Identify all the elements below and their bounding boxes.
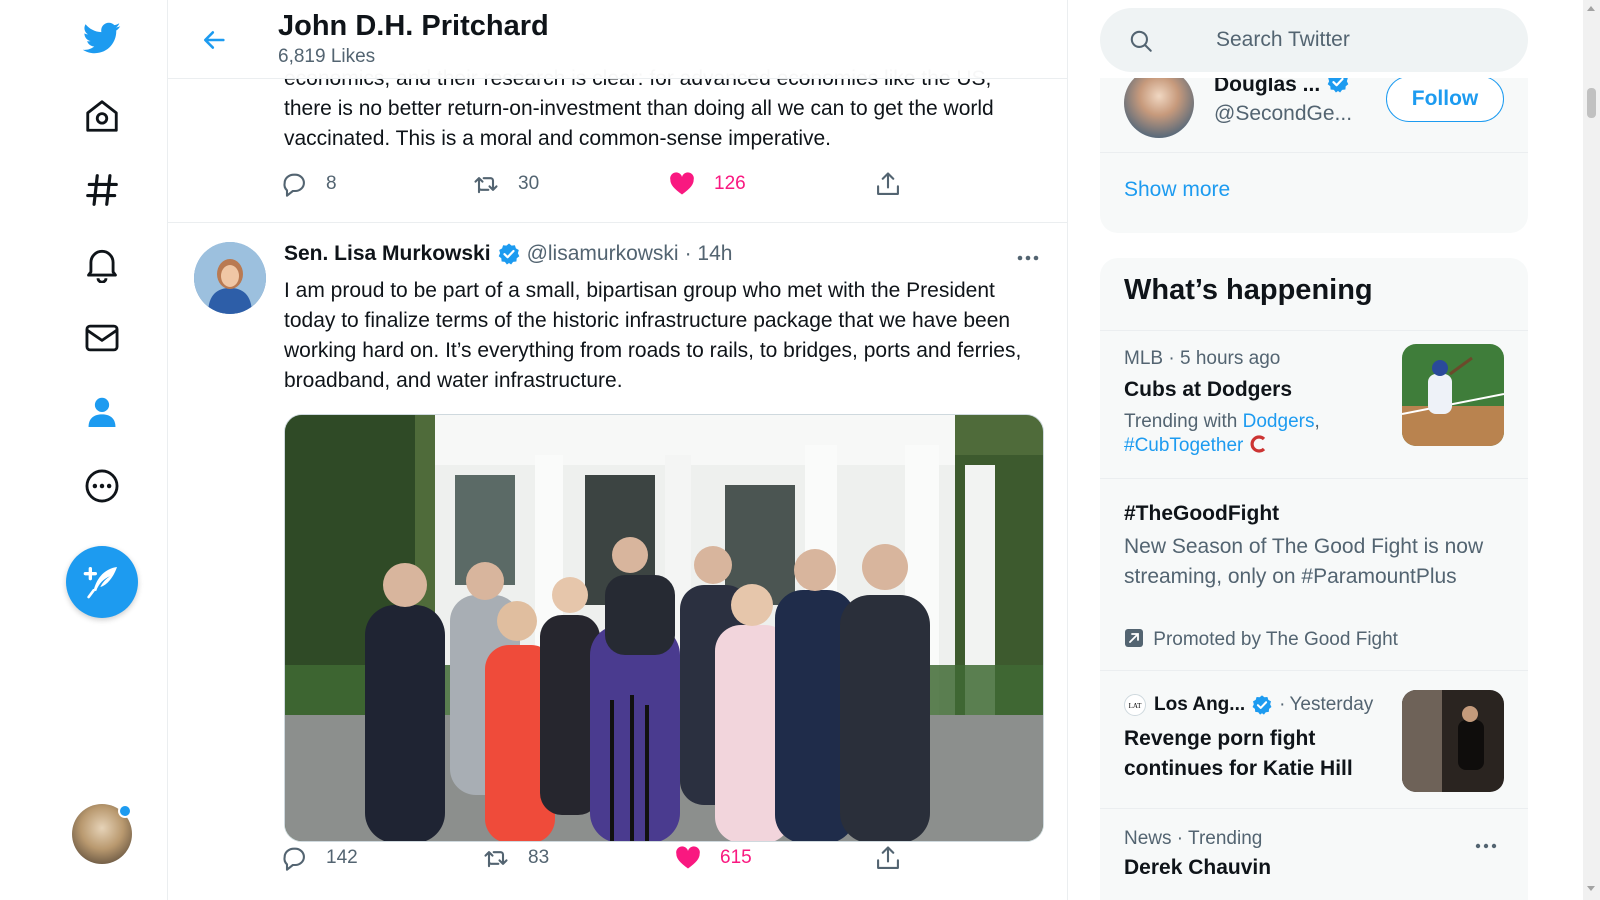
trend-context: Trending with Dodgers, #CubTogether bbox=[1124, 411, 1320, 456]
trend-title[interactable]: Derek Chauvin bbox=[1124, 856, 1271, 880]
trend-divider bbox=[1100, 330, 1528, 331]
back-arrow-icon bbox=[203, 31, 225, 49]
twitter-logo-icon[interactable] bbox=[78, 14, 126, 62]
heart-filled-icon bbox=[670, 172, 694, 195]
trend-link-cubtogether[interactable]: #CubTogether bbox=[1124, 435, 1243, 456]
trend-divider bbox=[1100, 478, 1528, 479]
tweet-divider bbox=[168, 222, 1067, 223]
scroll-up-arrow-icon[interactable] bbox=[1587, 6, 1595, 11]
tweet-timestamp[interactable]: · 14h bbox=[685, 242, 733, 266]
reply-bubble-icon bbox=[283, 847, 305, 871]
share-button[interactable] bbox=[874, 844, 920, 872]
retweet-button[interactable]: 30 bbox=[472, 170, 539, 198]
page-scrollbar[interactable] bbox=[1583, 0, 1600, 900]
explore-hashtag-icon[interactable] bbox=[78, 166, 126, 214]
tweet-text-body: there is no better return-on-investment … bbox=[284, 97, 994, 150]
promoted-label: Promoted by The Good Fight bbox=[1124, 628, 1398, 651]
like-count: 126 bbox=[714, 173, 746, 194]
svg-text:LAT: LAT bbox=[1129, 702, 1143, 710]
show-more-link[interactable]: Show more bbox=[1124, 178, 1230, 202]
right-sidebar: Douglas ... @SecondGe... Follow Show mor… bbox=[1068, 0, 1600, 900]
trend-description: New Season of The Good Fight is now stre… bbox=[1124, 535, 1484, 588]
retweet-icon bbox=[474, 177, 498, 194]
quill-plus-icon bbox=[83, 567, 117, 599]
account-notification-dot bbox=[118, 804, 132, 818]
trend-meta: LAT Los Ang... · Yesterday bbox=[1124, 694, 1373, 716]
search-box[interactable]: Search Twitter bbox=[1100, 8, 1528, 72]
more-dots-icon bbox=[1475, 843, 1497, 849]
more-dots-icon bbox=[1017, 255, 1039, 261]
tweet-author-avatar[interactable] bbox=[194, 242, 266, 314]
verified-badge-icon bbox=[498, 243, 519, 265]
like-count: 615 bbox=[720, 847, 752, 868]
profile-icon[interactable] bbox=[78, 388, 126, 436]
tweet-text: I am proud to be part of a small, bipart… bbox=[284, 279, 1022, 392]
notifications-bell-icon[interactable] bbox=[78, 240, 126, 288]
trend-link-dodgers[interactable]: Dodgers bbox=[1243, 411, 1315, 432]
tweet-author-name[interactable]: Sen. Lisa Murkowski bbox=[284, 242, 491, 266]
retweet-count: 30 bbox=[518, 173, 540, 194]
retweet-count: 83 bbox=[528, 847, 550, 868]
search-icon bbox=[1130, 30, 1152, 52]
suggested-user-name[interactable]: Douglas ... bbox=[1214, 78, 1350, 97]
main-column: John D.H. Pritchard 6,819 Likes economic… bbox=[168, 0, 1068, 900]
verified-badge-icon bbox=[1327, 78, 1349, 93]
reply-count: 142 bbox=[326, 847, 358, 868]
tweet-more-button[interactable] bbox=[1008, 244, 1048, 272]
promoted-icon bbox=[1125, 629, 1143, 647]
tweet-actions: 142 83 615 bbox=[280, 844, 940, 880]
like-button[interactable]: 126 bbox=[668, 170, 746, 198]
share-icon bbox=[877, 172, 899, 195]
reply-bubble-icon bbox=[283, 173, 305, 197]
retweet-icon bbox=[484, 851, 508, 868]
la-times-logo-icon: LAT bbox=[1124, 694, 1146, 716]
cubs-logo-icon bbox=[1250, 435, 1265, 453]
share-icon bbox=[877, 846, 899, 869]
scrollbar-thumb[interactable] bbox=[1587, 88, 1596, 118]
trend-divider bbox=[1100, 670, 1528, 671]
tweet-photo[interactable] bbox=[284, 414, 1044, 842]
search-input[interactable]: Search Twitter bbox=[1216, 28, 1350, 52]
trend-divider bbox=[1100, 808, 1528, 809]
page-title: John D.H. Pritchard bbox=[278, 10, 549, 42]
card-divider bbox=[1100, 152, 1528, 153]
trend-title[interactable]: Revenge porn fight continues for Katie H… bbox=[1124, 724, 1394, 784]
tweet-header: Sen. Lisa Murkowski @lisamurkowski · 14h bbox=[284, 242, 732, 266]
home-icon[interactable] bbox=[78, 92, 126, 140]
left-nav bbox=[0, 0, 168, 900]
reply-button[interactable]: 142 bbox=[280, 844, 358, 872]
verified-badge-icon bbox=[1252, 695, 1272, 715]
likes-count: 6,819 Likes bbox=[278, 46, 376, 67]
like-button[interactable]: 615 bbox=[674, 844, 752, 872]
reply-count: 8 bbox=[326, 173, 337, 194]
back-button[interactable] bbox=[194, 20, 234, 60]
heart-filled-icon bbox=[676, 846, 700, 869]
trend-more-button[interactable] bbox=[1468, 834, 1504, 858]
trend-thumbnail[interactable] bbox=[1402, 690, 1504, 792]
messages-envelope-icon[interactable] bbox=[78, 314, 126, 362]
more-options-icon[interactable] bbox=[78, 462, 126, 510]
trend-title[interactable]: #TheGoodFight bbox=[1124, 502, 1279, 526]
trend-title[interactable]: Cubs at Dodgers bbox=[1124, 378, 1292, 402]
compose-tweet-button[interactable] bbox=[66, 546, 138, 618]
scroll-down-arrow-icon[interactable] bbox=[1587, 886, 1595, 891]
follow-button[interactable]: Follow bbox=[1386, 78, 1504, 122]
whats-happening-card: What’s happening MLB · 5 hours ago Cubs … bbox=[1100, 258, 1528, 900]
trend-meta: News · Trending bbox=[1124, 828, 1263, 849]
trend-thumbnail[interactable] bbox=[1402, 344, 1504, 446]
section-title: What’s happening bbox=[1124, 274, 1373, 306]
suggested-user-avatar[interactable] bbox=[1124, 78, 1194, 138]
suggested-user-handle: @SecondGe... bbox=[1214, 102, 1353, 125]
page-header: John D.H. Pritchard 6,819 Likes bbox=[168, 0, 1067, 79]
tweet-actions: 8 30 126 bbox=[280, 170, 940, 206]
share-button[interactable] bbox=[874, 170, 920, 198]
tweet-author-handle[interactable]: @lisamurkowski bbox=[527, 242, 679, 266]
retweet-button[interactable]: 83 bbox=[482, 844, 549, 872]
reply-button[interactable]: 8 bbox=[280, 170, 337, 198]
who-to-follow-card: Douglas ... @SecondGe... Follow Show mor… bbox=[1100, 78, 1528, 233]
trend-meta: MLB · 5 hours ago bbox=[1124, 348, 1281, 369]
